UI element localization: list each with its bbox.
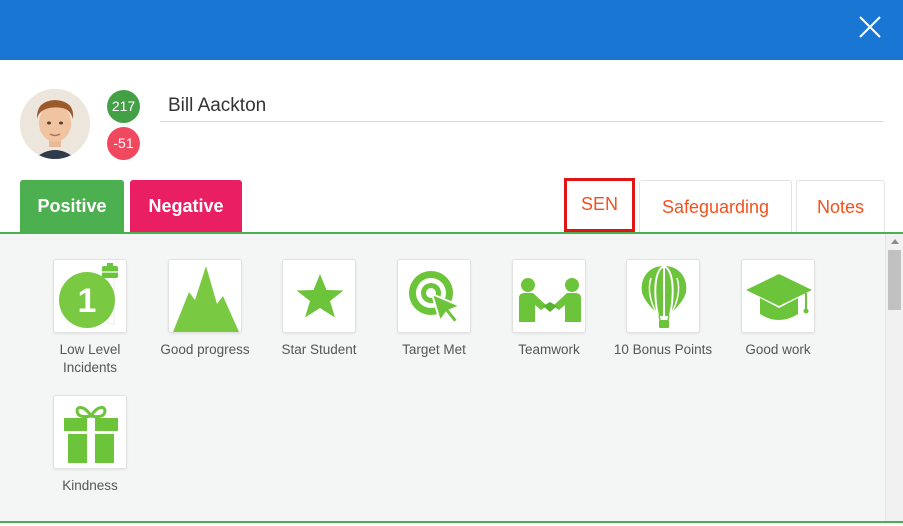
vertical-scrollbar[interactable] xyxy=(885,234,903,521)
svg-text:1: 1 xyxy=(78,282,97,320)
tab-negative[interactable]: Negative xyxy=(130,180,242,232)
tab-sen[interactable]: SEN xyxy=(564,178,635,232)
gift-icon xyxy=(53,395,127,469)
award-label: Target Met xyxy=(402,342,466,357)
award-label: Good progress xyxy=(160,342,250,357)
student-name-field[interactable] xyxy=(160,88,883,122)
award-target-met[interactable]: Target Met xyxy=(384,259,484,359)
award-label: Teamwork xyxy=(518,342,580,357)
award-10-bonus-points[interactable]: 10 Bonus Points xyxy=(613,259,713,359)
tab-notes[interactable]: Notes xyxy=(796,180,885,232)
award-star-student[interactable]: Star Student xyxy=(269,259,369,359)
tab-safeguarding[interactable]: Safeguarding xyxy=(639,180,792,232)
award-low-level-incidents[interactable]: 1 Low Level Incidents xyxy=(40,259,140,377)
star-icon xyxy=(282,259,356,333)
award-label: Kindness xyxy=(62,478,118,493)
scroll-up-icon[interactable] xyxy=(891,239,899,244)
award-teamwork[interactable]: Teamwork xyxy=(499,259,599,359)
header-bar xyxy=(0,0,903,60)
hot-air-balloon-icon xyxy=(626,259,700,333)
negative-points-badge: -51 xyxy=(107,127,140,160)
award-label: Star Student xyxy=(281,342,357,357)
award-kindness[interactable]: Kindness xyxy=(40,395,140,495)
student-avatar xyxy=(20,89,90,159)
scrollbar-thumb[interactable] xyxy=(888,250,901,310)
number-one-badge-icon: 1 xyxy=(53,259,127,333)
award-good-progress[interactable]: Good progress xyxy=(155,259,255,359)
close-icon[interactable] xyxy=(855,12,885,42)
award-label: 10 Bonus Points xyxy=(613,342,713,357)
award-good-work[interactable]: Good work xyxy=(728,259,828,359)
award-label: Good work xyxy=(745,342,811,357)
mountain-icon xyxy=(168,259,242,333)
award-label: Low Level Incidents xyxy=(59,342,121,375)
panel-bottom-divider xyxy=(0,521,903,523)
target-icon xyxy=(397,259,471,333)
handshake-icon xyxy=(512,259,586,333)
tab-positive[interactable]: Positive xyxy=(20,180,124,232)
graduation-cap-icon xyxy=(741,259,815,333)
positive-points-badge: 217 xyxy=(107,90,140,123)
awards-panel: 1 Low Level Incidents Good progress Star… xyxy=(0,234,885,521)
